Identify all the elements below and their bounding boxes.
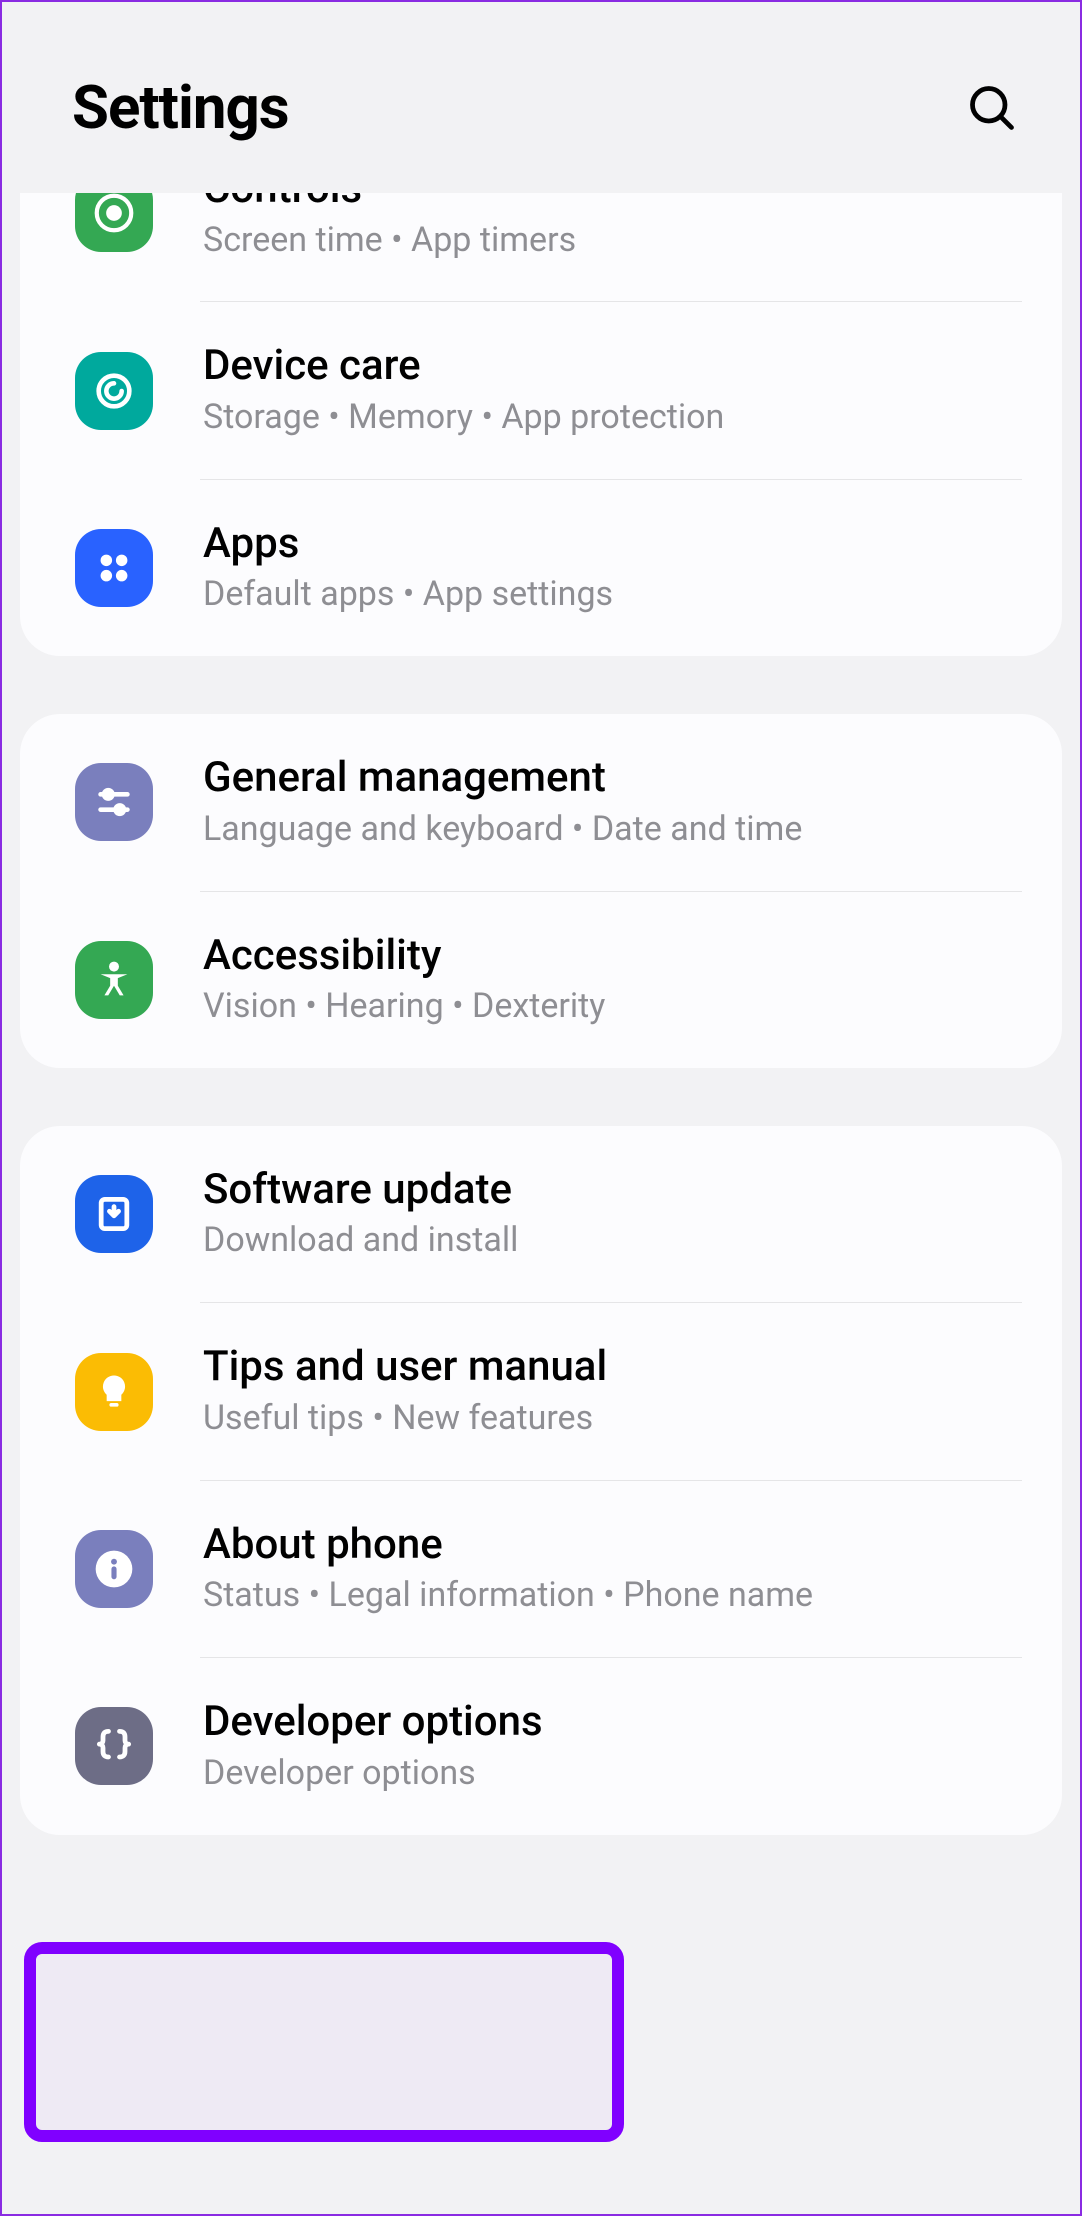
settings-item-developer-options[interactable]: Developer options Developer options — [20, 1658, 1062, 1834]
item-subtitle: Download and install — [203, 1218, 1022, 1264]
braces-icon — [75, 1707, 153, 1785]
highlight-annotation — [24, 1942, 624, 2142]
item-title: Device care — [203, 340, 1022, 393]
settings-group: General management Language and keyboard… — [20, 714, 1062, 1068]
item-title: Apps — [203, 518, 1022, 571]
bulb-icon — [75, 1353, 153, 1431]
settings-group: Controls Screen time • App timers Device… — [20, 193, 1062, 656]
item-subtitle: Default apps • App settings — [203, 572, 1022, 618]
page-title: Settings — [72, 72, 289, 143]
search-icon — [966, 82, 1018, 134]
header: Settings — [2, 2, 1080, 193]
device-care-icon — [75, 352, 153, 430]
info-icon — [75, 1530, 153, 1608]
accessibility-icon — [75, 941, 153, 1019]
settings-item-apps[interactable]: Apps Default apps • App settings — [20, 480, 1062, 656]
controls-icon — [75, 193, 153, 252]
item-subtitle: Developer options — [203, 1751, 1022, 1797]
item-subtitle: Status • Legal information • Phone name — [203, 1573, 1022, 1619]
settings-item-accessibility[interactable]: Accessibility Vision • Hearing • Dexteri… — [20, 892, 1062, 1068]
search-button[interactable] — [964, 80, 1020, 136]
item-title: Developer options — [203, 1696, 1022, 1749]
settings-item-tips[interactable]: Tips and user manual Useful tips • New f… — [20, 1303, 1062, 1479]
item-title: Software update — [203, 1164, 1022, 1217]
sliders-icon — [75, 763, 153, 841]
settings-item-about-phone[interactable]: About phone Status • Legal information •… — [20, 1481, 1062, 1657]
settings-item-software-update[interactable]: Software update Download and install — [20, 1126, 1062, 1302]
item-subtitle: Vision • Hearing • Dexterity — [203, 984, 1022, 1030]
item-title: Tips and user manual — [203, 1341, 1022, 1394]
item-title: Accessibility — [203, 930, 1022, 983]
item-title: About phone — [203, 1519, 1022, 1572]
item-subtitle: Language and keyboard • Date and time — [203, 807, 1022, 853]
item-title: General management — [203, 752, 1022, 805]
item-subtitle: Screen time • App timers — [203, 218, 1022, 264]
item-subtitle: Storage • Memory • App protection — [203, 395, 1022, 441]
item-title: Controls — [203, 193, 1022, 216]
settings-item-general-management[interactable]: General management Language and keyboard… — [20, 714, 1062, 890]
apps-icon — [75, 529, 153, 607]
settings-item-controls[interactable]: Controls Screen time • App timers — [20, 193, 1062, 301]
settings-group: Software update Download and install Tip… — [20, 1126, 1062, 1835]
download-icon — [75, 1175, 153, 1253]
settings-item-device-care[interactable]: Device care Storage • Memory • App prote… — [20, 302, 1062, 478]
item-subtitle: Useful tips • New features — [203, 1396, 1022, 1442]
